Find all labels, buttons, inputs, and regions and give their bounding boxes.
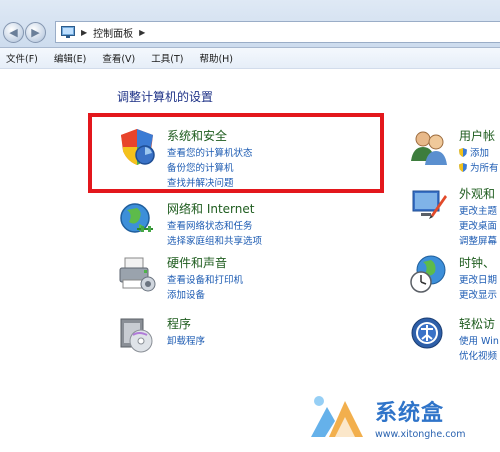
ease-of-access-icon[interactable] (409, 315, 449, 355)
watermark-text: 系统盒 (375, 401, 445, 426)
menu-bar: 文件(F) 编辑(E) 查看(V) 工具(T) 帮助(H) (0, 48, 500, 69)
link-change-date[interactable]: 更改日期 (459, 272, 497, 286)
link-change-desktop[interactable]: 更改桌面 (459, 218, 497, 232)
printer-icon[interactable] (117, 254, 157, 294)
breadcrumb-control-panel[interactable]: 控制面板 (93, 25, 133, 40)
category-programs: 程序 卸载程序 (117, 315, 317, 355)
category-user-accounts: 用户帐 添加 为所有 (409, 127, 500, 174)
uac-shield-icon (459, 163, 467, 172)
clock-title[interactable]: 时钟、 (459, 254, 495, 271)
forward-button[interactable]: ▶ (25, 22, 46, 43)
clock-globe-icon[interactable] (409, 254, 449, 294)
link-add-device[interactable]: 添加设备 (167, 287, 205, 301)
appearance-icon[interactable] (409, 185, 449, 225)
network-title[interactable]: 网络和 Internet (167, 200, 254, 217)
red-highlight-box (88, 113, 384, 193)
users-icon[interactable] (409, 127, 449, 167)
breadcrumb-separator-icon[interactable]: ▶ (81, 28, 87, 37)
link-add-user[interactable]: 添加 (459, 145, 489, 159)
address-bar: ◀ ▶ ▶ 控制面板 ▶ (0, 0, 500, 48)
link-uninstall-program[interactable]: 卸载程序 (167, 333, 205, 347)
link-optimize-video[interactable]: 优化视频 (459, 348, 497, 362)
breadcrumb-chevron-icon[interactable]: ▶ (139, 28, 145, 37)
user-accounts-link-1-label: 添加 (470, 148, 490, 159)
link-view-network-status[interactable]: 查看网络状态和任务 (167, 218, 253, 232)
back-arrow-icon: ◀ (9, 26, 18, 39)
category-clock: 时钟、 更改日期 更改显示 (409, 254, 500, 301)
watermark-logo-icon (311, 396, 363, 437)
uac-shield-icon (459, 148, 467, 157)
appearance-title[interactable]: 外观和 (459, 185, 495, 202)
category-network: 网络和 Internet 查看网络状态和任务 选择家庭组和共享选项 (117, 200, 377, 247)
user-accounts-title[interactable]: 用户帐 (459, 127, 495, 144)
page-title: 调整计算机的设置 (117, 90, 214, 104)
link-adjust-screen[interactable]: 调整屏幕 (459, 233, 497, 247)
control-panel-content: 调整计算机的设置 系统和安全 查看您的计算机状态 备份您的计算机 查找并解决问题… (0, 69, 500, 452)
control-panel-icon (61, 26, 75, 38)
back-button[interactable]: ◀ (3, 22, 24, 43)
breadcrumb[interactable]: ▶ 控制面板 ▶ (55, 21, 500, 43)
programs-disc-icon[interactable] (117, 315, 157, 355)
watermark: 系统盒 www.xitonghe.com (305, 387, 500, 452)
link-use-windows[interactable]: 使用 Win (459, 333, 499, 347)
link-for-all-users[interactable]: 为所有 (459, 160, 499, 174)
network-globe-icon[interactable] (117, 200, 157, 240)
link-change-display[interactable]: 更改显示 (459, 287, 497, 301)
programs-title[interactable]: 程序 (167, 315, 191, 332)
category-hardware-sound: 硬件和声音 查看设备和打印机 添加设备 (117, 254, 377, 301)
link-change-theme[interactable]: 更改主题 (459, 203, 497, 217)
menu-tools[interactable]: 工具(T) (151, 51, 183, 65)
watermark-url: www.xitonghe.com (375, 429, 466, 440)
link-homegroup-sharing[interactable]: 选择家庭组和共享选项 (167, 233, 262, 247)
menu-file[interactable]: 文件(F) (6, 51, 38, 65)
forward-arrow-icon: ▶ (31, 26, 40, 39)
user-accounts-link-2-label: 为所有 (470, 163, 499, 174)
link-devices-printers[interactable]: 查看设备和打印机 (167, 272, 243, 286)
menu-view[interactable]: 查看(V) (102, 51, 135, 65)
menu-help[interactable]: 帮助(H) (199, 51, 233, 65)
hardware-sound-title[interactable]: 硬件和声音 (167, 254, 227, 271)
ease-of-access-title[interactable]: 轻松访 (459, 315, 495, 332)
category-appearance: 外观和 更改主题 更改桌面 调整屏幕 (409, 185, 500, 247)
category-ease-of-access: 轻松访 使用 Win 优化视频 (409, 315, 500, 362)
menu-edit[interactable]: 编辑(E) (54, 51, 86, 65)
